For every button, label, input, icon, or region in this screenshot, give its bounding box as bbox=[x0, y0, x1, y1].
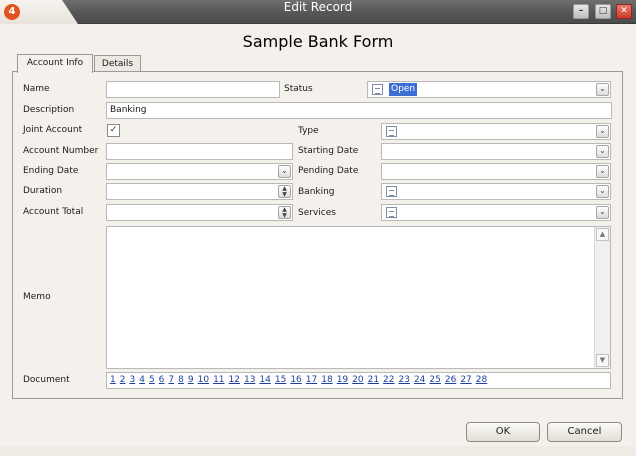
account-total-input[interactable]: ▲ ▼ bbox=[106, 204, 293, 221]
ending-date-label: Ending Date bbox=[23, 166, 79, 176]
spin-down-icon[interactable]: ▼ bbox=[279, 213, 290, 219]
account-total-label: Account Total bbox=[23, 207, 84, 217]
document-link[interactable]: 8 bbox=[178, 375, 184, 385]
document-link[interactable]: 10 bbox=[198, 375, 209, 385]
starting-date-label: Starting Date bbox=[298, 146, 359, 156]
document-icon bbox=[386, 126, 397, 137]
document-link[interactable]: 24 bbox=[414, 375, 425, 385]
document-link[interactable]: 27 bbox=[460, 375, 471, 385]
document-link[interactable]: 26 bbox=[445, 375, 456, 385]
document-link[interactable]: 7 bbox=[168, 375, 174, 385]
chevron-down-icon: ⌄ bbox=[599, 207, 606, 216]
services-label: Services bbox=[298, 208, 336, 218]
description-label: Description bbox=[23, 105, 75, 115]
name-input[interactable] bbox=[106, 81, 280, 98]
status-label: Status bbox=[284, 84, 313, 94]
chevron-down-icon: ⌄ bbox=[599, 126, 606, 135]
document-link[interactable]: 23 bbox=[399, 375, 410, 385]
banking-select[interactable]: ⌄ bbox=[381, 183, 611, 200]
status-value: Open bbox=[389, 83, 418, 96]
document-icon bbox=[372, 84, 383, 95]
document-link[interactable]: 5 bbox=[149, 375, 155, 385]
memo-scrollbar[interactable]: ▲ ▼ bbox=[594, 227, 610, 368]
status-dropdown-button[interactable]: ⌄ bbox=[596, 83, 609, 96]
document-link[interactable]: 20 bbox=[352, 375, 363, 385]
status-strip bbox=[0, 446, 636, 456]
document-icon bbox=[386, 186, 397, 197]
duration-input[interactable]: ▲ ▼ bbox=[106, 183, 293, 200]
pending-date-dropdown-button[interactable]: ⌄ bbox=[596, 165, 609, 178]
document-label: Document bbox=[23, 375, 70, 385]
account-number-label: Account Number bbox=[23, 146, 99, 156]
document-link[interactable]: 28 bbox=[476, 375, 487, 385]
minimize-button[interactable]: – bbox=[573, 4, 589, 19]
check-icon: ✓ bbox=[109, 125, 118, 135]
joint-account-checkbox[interactable]: ✓ bbox=[107, 124, 120, 137]
starting-date-dropdown-button[interactable]: ⌄ bbox=[596, 145, 609, 158]
duration-spinner[interactable]: ▲ ▼ bbox=[278, 185, 291, 198]
document-link[interactable]: 13 bbox=[244, 375, 255, 385]
window-title: Edit Record bbox=[283, 0, 353, 14]
chevron-down-icon: ⌄ bbox=[599, 84, 606, 93]
account-number-input[interactable] bbox=[106, 143, 293, 160]
type-label: Type bbox=[298, 126, 319, 136]
description-input[interactable]: Banking bbox=[106, 102, 612, 119]
scroll-down-icon[interactable]: ▼ bbox=[596, 354, 609, 367]
pending-date-input[interactable]: ⌄ bbox=[381, 163, 611, 180]
tab-account-info[interactable]: Account Info bbox=[17, 54, 93, 73]
memo-label: Memo bbox=[23, 292, 51, 302]
type-select[interactable]: ⌄ bbox=[381, 123, 611, 140]
chevron-down-icon: ⌄ bbox=[281, 166, 288, 175]
title-bar[interactable]: 4 Edit Record – □ ✕ bbox=[0, 0, 636, 24]
account-total-spinner[interactable]: ▲ ▼ bbox=[278, 206, 291, 219]
document-link[interactable]: 6 bbox=[159, 375, 165, 385]
chevron-down-icon: ⌄ bbox=[599, 146, 606, 155]
document-link[interactable]: 15 bbox=[275, 375, 286, 385]
document-link[interactable]: 14 bbox=[259, 375, 270, 385]
starting-date-input[interactable]: ⌄ bbox=[381, 143, 611, 160]
document-icon bbox=[386, 207, 397, 218]
memo-textarea[interactable]: ▲ ▼ bbox=[106, 226, 611, 369]
ending-date-dropdown-button[interactable]: ⌄ bbox=[278, 165, 291, 178]
document-link[interactable]: 1 bbox=[110, 375, 116, 385]
spin-down-icon[interactable]: ▼ bbox=[279, 192, 290, 198]
name-label: Name bbox=[23, 84, 50, 94]
duration-label: Duration bbox=[23, 186, 63, 196]
ok-button[interactable]: OK bbox=[466, 422, 540, 442]
document-link[interactable]: 18 bbox=[321, 375, 332, 385]
document-links: 1 2 3 4 5 6 7 8 9 10 11 12 13 14 15 16 17 18 19 20 21 22 23 24 2… bbox=[106, 372, 611, 389]
chevron-down-icon: ⌄ bbox=[599, 186, 606, 195]
status-select[interactable]: Open ⌄ bbox=[367, 81, 611, 98]
maximize-button[interactable]: □ bbox=[595, 4, 611, 19]
type-dropdown-button[interactable]: ⌄ bbox=[596, 125, 609, 138]
document-link[interactable]: 9 bbox=[188, 375, 194, 385]
cancel-button[interactable]: Cancel bbox=[547, 422, 622, 442]
pending-date-label: Pending Date bbox=[298, 166, 359, 176]
document-link[interactable]: 22 bbox=[383, 375, 394, 385]
ending-date-input[interactable]: ⌄ bbox=[106, 163, 293, 180]
document-link[interactable]: 17 bbox=[306, 375, 317, 385]
joint-account-label: Joint Account bbox=[23, 125, 83, 135]
document-link[interactable]: 12 bbox=[229, 375, 240, 385]
services-select[interactable]: ⌄ bbox=[381, 204, 611, 221]
document-link[interactable]: 25 bbox=[429, 375, 440, 385]
banking-dropdown-button[interactable]: ⌄ bbox=[596, 185, 609, 198]
document-link[interactable]: 19 bbox=[337, 375, 348, 385]
document-link[interactable]: 16 bbox=[290, 375, 301, 385]
document-link[interactable]: 21 bbox=[368, 375, 379, 385]
document-link[interactable]: 4 bbox=[139, 375, 145, 385]
services-dropdown-button[interactable]: ⌄ bbox=[596, 206, 609, 219]
chevron-down-icon: ⌄ bbox=[599, 166, 606, 175]
form-heading: Sample Bank Form bbox=[242, 32, 394, 51]
scroll-up-icon[interactable]: ▲ bbox=[596, 228, 609, 241]
document-link[interactable]: 11 bbox=[213, 375, 224, 385]
document-link[interactable]: 2 bbox=[120, 375, 126, 385]
document-link[interactable]: 3 bbox=[129, 375, 135, 385]
banking-label: Banking bbox=[298, 187, 335, 197]
close-button[interactable]: ✕ bbox=[616, 4, 632, 19]
